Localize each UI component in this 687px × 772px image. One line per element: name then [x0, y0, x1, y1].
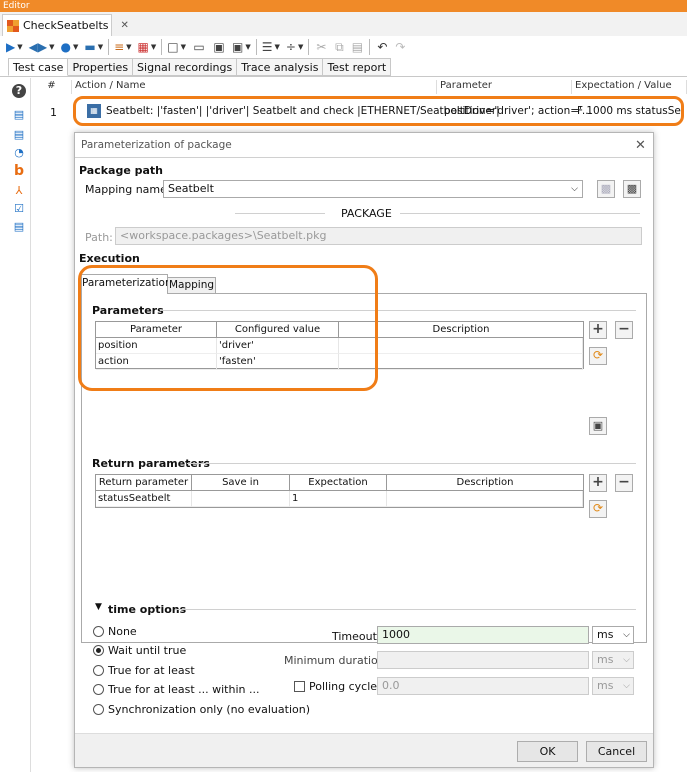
checklist-icon[interactable]: ▤ [12, 128, 26, 142]
cut-icon[interactable]: ✂ [314, 38, 328, 56]
return-header-description: Description [387, 475, 583, 491]
table-row[interactable]: statusSeatbelt [96, 491, 192, 507]
timeout-unit-select[interactable]: ms ⌵ [592, 626, 634, 644]
verify-icon[interactable]: ☑ [12, 202, 26, 216]
clipboard-icon[interactable]: ▤ [12, 108, 26, 122]
timer-icon[interactable]: ◔ [12, 146, 26, 160]
add-parameter-button[interactable]: + [589, 321, 607, 339]
align-icon[interactable]: ÷ ▼ [286, 38, 303, 56]
timeout-label: Timeout: [332, 630, 381, 643]
add-return-button[interactable]: + [589, 474, 607, 492]
highlight-parameters [78, 265, 378, 391]
min-duration-unit-select: ms ⌵ [592, 651, 634, 669]
copy-icon[interactable]: ⧉ [332, 38, 346, 56]
fork-icon[interactable]: ⅄ [12, 184, 26, 198]
refresh-parameters-button[interactable]: ⟳ [589, 347, 607, 365]
return-expectation-cell[interactable]: 1 [290, 491, 387, 507]
tab-test-case[interactable]: Test case [8, 58, 69, 76]
tab-trace-analysis[interactable]: Trace analysis [237, 58, 324, 76]
polling-unit-select: ms ⌵ [592, 677, 634, 695]
paste-icon[interactable]: ▤ [350, 38, 364, 56]
subtab-bar: Test case Properties Signal recordings T… [8, 58, 392, 76]
grid-header-parameter: Parameter [437, 80, 572, 94]
save-icon[interactable]: ▣ [212, 38, 226, 56]
return-save-in-cell[interactable] [192, 491, 290, 507]
timeout-field[interactable]: 1000 [377, 626, 589, 644]
path-label: Path: [85, 231, 113, 244]
return-parameters-table: Return parameter Save in Expectation Des… [95, 474, 584, 508]
testcase-icon [7, 19, 19, 32]
execution-label: Execution [79, 252, 140, 265]
grid-header-expectation: Expectation / Value [572, 80, 687, 94]
dialog-title: Parameterization of package [81, 139, 232, 151]
return-header-parameter: Return parameter [96, 475, 192, 491]
chevron-down-icon: ⌵ [623, 655, 630, 665]
ok-button[interactable]: OK [517, 741, 578, 762]
tab-properties[interactable]: Properties [68, 58, 134, 76]
branch-icon[interactable]: b [12, 164, 26, 178]
mapping-name-label: Mapping name: [85, 183, 171, 196]
tab-test-report[interactable]: Test report [323, 58, 392, 76]
return-desc-cell[interactable] [387, 491, 583, 507]
editor-tab-checkseatbelts[interactable]: CheckSeatbelts ✕ [2, 14, 129, 36]
flag-icon[interactable]: ▦ ▼ [138, 38, 157, 56]
polling-cycle-checkbox[interactable] [294, 681, 305, 692]
open-icon[interactable]: ▭ [192, 38, 206, 56]
record-icon[interactable]: ● ▼ [60, 38, 78, 56]
return-header-expectation: Expectation [290, 475, 387, 491]
window-title: Editor [0, 0, 687, 12]
step-icon[interactable]: ◀▶ ▼ [29, 38, 55, 56]
left-toolbar: ? ▤ ▤ ◔ b ⅄ ☑ ▤ [5, 78, 31, 772]
tab-signal-recordings[interactable]: Signal recordings [133, 58, 238, 76]
chevron-down-icon: ⌵ [623, 681, 630, 691]
dialog-close-button[interactable]: ✕ [635, 138, 646, 153]
path-field: <workspace.packages>\Seatbelt.pkg [115, 227, 642, 245]
parameterization-dialog: Parameterization of package ✕ Package pa… [74, 132, 654, 768]
grid-row-index: 1 [50, 106, 57, 119]
library-icon[interactable]: ▬ ▼ [84, 38, 103, 56]
new-icon[interactable]: □ ▼ [167, 38, 186, 56]
editor-tab-label: CheckSeatbelts [23, 19, 109, 32]
remove-return-button[interactable]: − [615, 474, 633, 492]
add-mapping-button[interactable]: ▩ [623, 180, 641, 198]
grid-header-action: Action / Name [72, 80, 437, 94]
polling-cycle-label: Polling cycle: [309, 680, 381, 693]
package-path-label: Package path [79, 164, 163, 177]
chevron-down-icon: ⌵ [623, 630, 630, 640]
polling-cycle-field: 0.0 [377, 677, 589, 695]
grid-header-index: # [32, 80, 72, 94]
comment-icon[interactable]: ▤ [12, 220, 26, 234]
min-duration-label: Minimum duration: [284, 654, 389, 667]
close-icon[interactable]: ✕ [121, 20, 129, 31]
run-icon[interactable]: ▶ ▼ [6, 38, 23, 56]
remove-parameter-button[interactable]: − [615, 321, 633, 339]
package-header: PACKAGE [341, 207, 392, 220]
min-duration-field [377, 651, 589, 669]
mapping-name-select[interactable]: Seatbelt ⌵ [163, 180, 583, 198]
collapse-icon[interactable]: ▼ [95, 602, 102, 612]
cancel-button[interactable]: Cancel [586, 741, 647, 762]
variables-icon[interactable]: ≡ ▼ [114, 38, 131, 56]
edit-mapping-button[interactable]: ▩ [597, 180, 615, 198]
save-parameters-button[interactable]: ▣ [589, 417, 607, 435]
redo-icon[interactable]: ↷ [393, 38, 407, 56]
indent-icon[interactable]: ☰ ▼ [262, 38, 280, 56]
help-icon[interactable]: ? [12, 84, 26, 98]
refresh-return-button[interactable]: ⟳ [589, 500, 607, 518]
save-as-icon[interactable]: ▣ ▼ [232, 38, 251, 56]
mapping-name-value: Seatbelt [168, 182, 214, 195]
return-header-save-in: Save in [192, 475, 290, 491]
undo-icon[interactable]: ↶ [375, 38, 389, 56]
chevron-down-icon: ⌵ [571, 184, 578, 194]
toolbar: ▶ ▼ ◀▶ ▼ ● ▼ ▬ ▼ ≡ ▼ ▦ ▼ □ ▼ ▭ ▣ ▣ ▼ ☰ ▼ ÷ ▼ ✂ ⧉ ▤… [0, 36, 687, 58]
highlight-row [73, 96, 684, 126]
